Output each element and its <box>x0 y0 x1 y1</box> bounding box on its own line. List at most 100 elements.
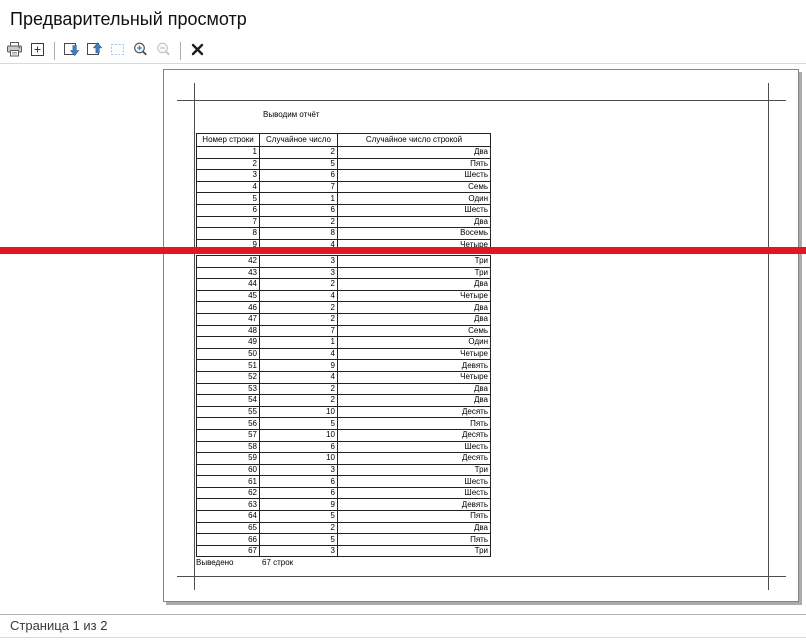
table-row: 57 10 Десять <box>196 428 491 442</box>
table-cell: 7 <box>196 215 260 229</box>
report-table-bottom: 42 3 Три 43 3 Три 44 2 Два 45 4 Четыре 46 2 Два 47 2 Два 4… <box>196 255 491 558</box>
table-cell: 2 <box>259 215 338 229</box>
table-cell: 3 <box>259 266 338 280</box>
report-table-top: Номер строки Случайное число Случайное чис… <box>196 133 491 252</box>
table-cell: 55 <box>196 405 260 419</box>
table-cell: Четыре <box>337 370 491 384</box>
prev-page-button[interactable] <box>85 40 104 62</box>
zoom-in-button[interactable] <box>131 40 150 62</box>
table-row: 54 2 Два <box>196 394 491 407</box>
table-cell: 45 <box>196 289 260 303</box>
table-cell: Шесть <box>337 169 491 182</box>
table-cell: 46 <box>196 301 260 314</box>
preview-area: Выводим отчёт Номер строки Случайное числ… <box>0 65 806 614</box>
table-cell: 2 <box>259 278 338 291</box>
table-row: 56 5 Пять <box>196 417 491 430</box>
table-cell: 6 <box>259 440 338 454</box>
next-page-icon <box>62 41 81 61</box>
table-cell: Два <box>337 394 491 407</box>
table-cell: 5 <box>196 192 260 205</box>
table-row: 1 2 Два <box>196 146 491 159</box>
table-row: 61 6 Шесть <box>196 475 491 488</box>
table-cell: 9 <box>259 498 338 512</box>
table-cell: 56 <box>196 417 260 430</box>
table-cell: 2 <box>259 301 338 314</box>
table-cell: 3 <box>196 169 260 182</box>
table-cell: Два <box>337 312 491 326</box>
table-cell: Пять <box>337 510 491 523</box>
margin-line-bottom <box>177 576 786 577</box>
table-header-row: Номер строки Случайное число Случайное чис… <box>196 133 491 147</box>
table-row: 47 2 Два <box>196 312 491 326</box>
table-cell: Два <box>337 382 491 396</box>
table-cell: 1 <box>259 192 338 205</box>
table-header-cell: Случайное число <box>259 133 338 147</box>
table-cell: 50 <box>196 347 260 361</box>
table-cell: Шесть <box>337 203 491 217</box>
table-cell: 6 <box>259 203 338 217</box>
table-row: 3 6 Шесть <box>196 169 491 182</box>
table-cell: Два <box>337 521 491 535</box>
margin-line-right <box>768 83 769 590</box>
table-cell: 2 <box>259 312 338 326</box>
table-cell: Один <box>337 192 491 205</box>
table-cell: 43 <box>196 266 260 280</box>
table-cell: Два <box>337 301 491 314</box>
table-row: 49 1 Один <box>196 336 491 349</box>
table-row: 42 3 Три <box>196 255 491 268</box>
table-cell: 10 <box>259 405 338 419</box>
table-row: 67 3 Три <box>196 544 491 558</box>
table-cell: Два <box>337 215 491 229</box>
table-cell: 58 <box>196 440 260 454</box>
table-cell: Три <box>337 266 491 280</box>
table-row: 59 10 Десять <box>196 452 491 465</box>
table-cell: Два <box>337 146 491 159</box>
table-row: 50 4 Четыре <box>196 347 491 361</box>
table-row: 45 4 Четыре <box>196 289 491 303</box>
selection-zoom-button[interactable] <box>108 40 127 62</box>
page-setup-button[interactable] <box>28 40 47 62</box>
table-cell: 2 <box>196 157 260 171</box>
table-cell: Два <box>337 278 491 291</box>
table-cell: 4 <box>196 180 260 194</box>
table-row: 60 3 Три <box>196 463 491 477</box>
table-cell: 66 <box>196 533 260 546</box>
table-cell: Пять <box>337 533 491 546</box>
table-cell: 48 <box>196 324 260 338</box>
print-button[interactable] <box>5 40 24 62</box>
table-row: 7 2 Два <box>196 215 491 229</box>
table-row: 55 10 Десять <box>196 405 491 419</box>
table-row: 44 2 Два <box>196 278 491 291</box>
next-page-button[interactable] <box>62 40 81 62</box>
table-row: 2 5 Пять <box>196 157 491 171</box>
close-preview-button[interactable] <box>188 40 207 62</box>
table-header-cell: Случайное число строкой <box>337 133 491 147</box>
table-cell: 2 <box>259 382 338 396</box>
report-footer-label: Выведено <box>196 558 234 567</box>
table-cell: 44 <box>196 278 260 291</box>
table-cell: 4 <box>259 370 338 384</box>
table-cell: 49 <box>196 336 260 349</box>
table-cell: 47 <box>196 312 260 326</box>
zoom-out-button[interactable] <box>154 40 173 62</box>
table-cell: Шесть <box>337 486 491 500</box>
report-footer: Выведено 67 строк <box>196 558 496 567</box>
report-title: Выводим отчёт <box>263 110 320 119</box>
table-cell: 1 <box>259 336 338 349</box>
table-cell: 5 <box>259 157 338 171</box>
table-cell: 6 <box>259 475 338 488</box>
table-row: 53 2 Два <box>196 382 491 396</box>
table-cell: 8 <box>196 227 260 240</box>
table-cell: Семь <box>337 324 491 338</box>
table-row: 63 9 Девять <box>196 498 491 512</box>
table-cell: Три <box>337 463 491 477</box>
table-row: 62 6 Шесть <box>196 486 491 500</box>
table-cell: Пять <box>337 417 491 430</box>
print-preview-window: Предварительный просмотр Выводим отчёт Н… <box>0 0 806 640</box>
table-cell: 67 <box>196 544 260 558</box>
table-row: 4 7 Семь <box>196 180 491 194</box>
table-cell: Пять <box>337 157 491 171</box>
table-cell: 64 <box>196 510 260 523</box>
table-cell: Шесть <box>337 475 491 488</box>
table-cell: Девять <box>337 498 491 512</box>
